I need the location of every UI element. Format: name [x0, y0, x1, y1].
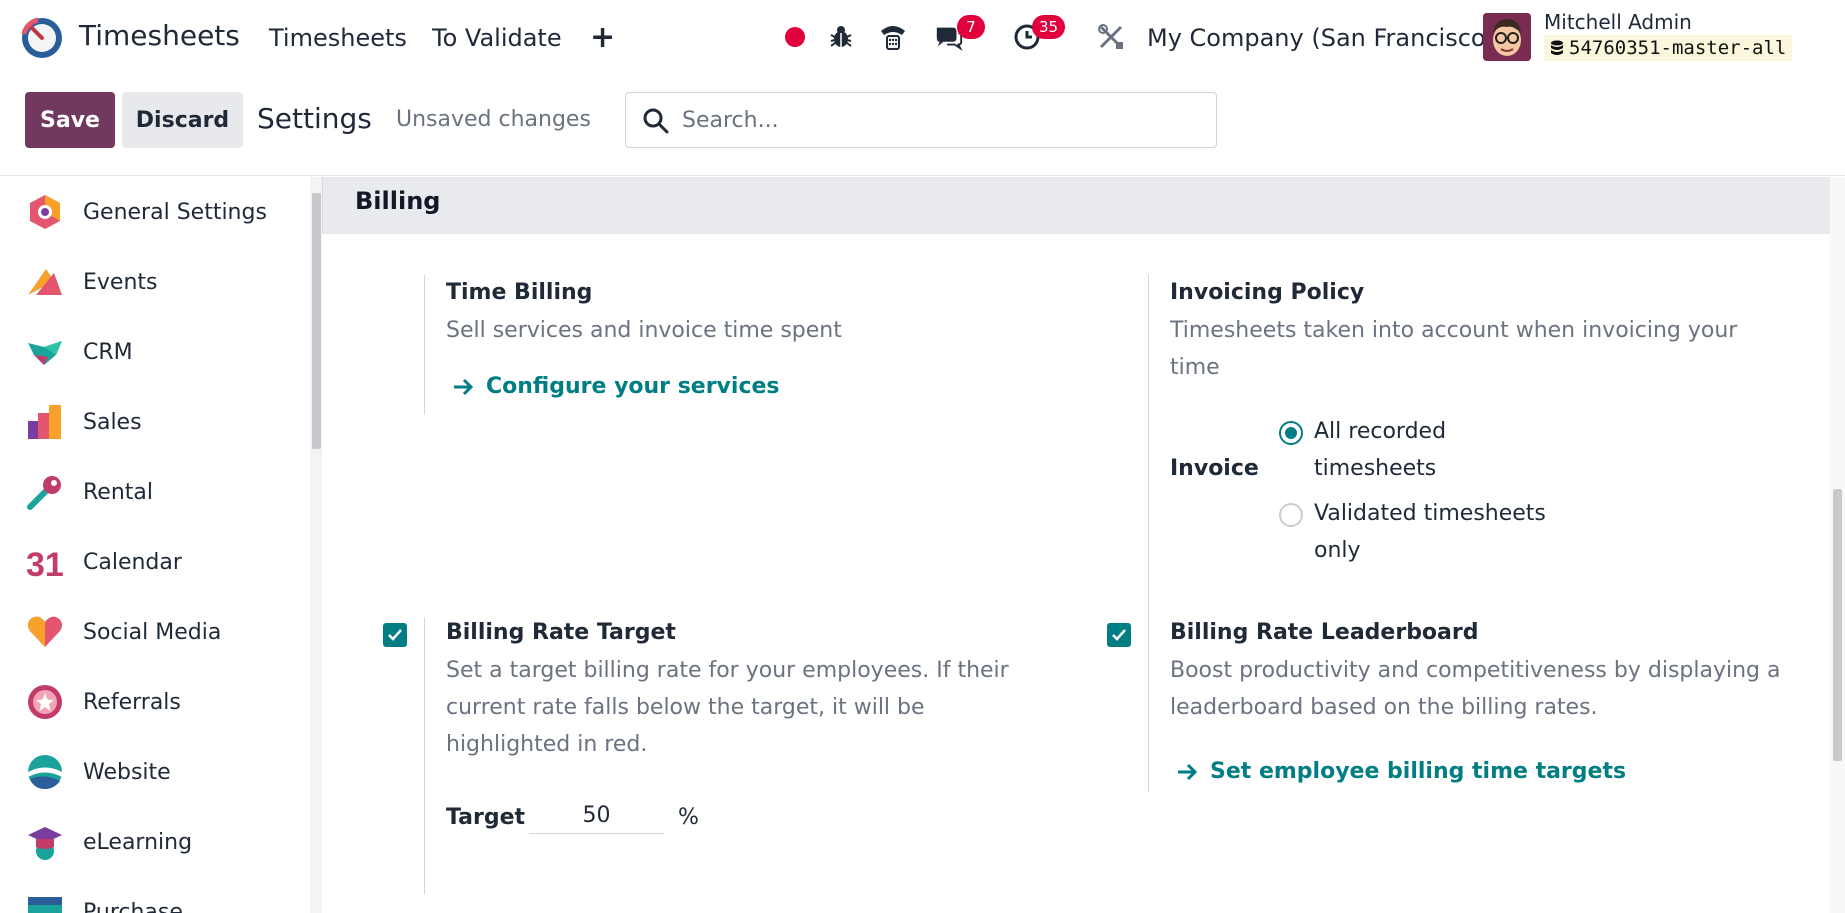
- discard-button[interactable]: Discard: [122, 92, 243, 148]
- company-switcher[interactable]: My Company (San Francisco): [1147, 24, 1495, 52]
- user-avatar[interactable]: [1483, 13, 1531, 61]
- recording-dot-icon[interactable]: [780, 22, 810, 52]
- radio-validated-timesheets-only[interactable]: [1279, 503, 1303, 527]
- sidebar-item-label: Calendar: [83, 549, 182, 575]
- section-title: Billing: [355, 187, 441, 215]
- target-field-label: Target: [446, 805, 526, 830]
- sidebar-item-referrals[interactable]: Referrals: [0, 667, 310, 737]
- billing-rate-target-description: Set a target billing rate for your emplo…: [446, 658, 1009, 757]
- sidebar-scrollbar-thumb[interactable]: [312, 193, 321, 449]
- sidebar-item-label: CRM: [83, 339, 133, 365]
- calendar-icon: 31: [26, 546, 64, 581]
- database-tag: 54760351-master-all: [1544, 35, 1793, 61]
- percent-unit: %: [678, 805, 699, 830]
- sidebar-item-website[interactable]: Website: [0, 737, 310, 807]
- user-name[interactable]: Mitchell Admin: [1544, 10, 1692, 34]
- sidebar-item-general-settings[interactable]: General Settings: [0, 177, 310, 247]
- sidebar-item-label: Website: [83, 759, 171, 785]
- billing-rate-target-title: Billing Rate Target: [446, 620, 676, 645]
- sidebar-item-events[interactable]: Events: [0, 247, 310, 317]
- search-input[interactable]: [682, 103, 1202, 137]
- top-navbar: Timesheets Timesheets To Validate + 7 35…: [0, 0, 1845, 74]
- checkmark-icon: [1112, 629, 1126, 641]
- configure-services-label: Configure your services: [486, 374, 780, 399]
- purchase-icon: [28, 897, 62, 913]
- sidebar-item-label: General Settings: [83, 199, 267, 225]
- settings-sidebar: General Settings Events CRM Sales Rental: [0, 177, 310, 913]
- invoice-field-label: Invoice: [1170, 456, 1259, 481]
- time-billing-title: Time Billing: [446, 280, 593, 305]
- sidebar-item-label: Referrals: [83, 689, 181, 715]
- social-media-heart-icon: [27, 616, 63, 647]
- sidebar-item-label: Purchase: [83, 899, 183, 913]
- database-name: 54760351-master-all: [1569, 37, 1787, 59]
- arrow-right-icon: [454, 378, 474, 395]
- events-icon: [28, 269, 62, 295]
- rental-key-icon: [27, 476, 61, 510]
- billing-rate-target-checkbox[interactable]: [383, 623, 407, 647]
- unsaved-changes-indicator: Unsaved changes: [396, 107, 591, 132]
- sidebar-item-social-media[interactable]: Social Media: [0, 597, 310, 667]
- billing-rate-leaderboard-description: Boost productivity and competitiveness b…: [1170, 658, 1781, 720]
- billing-rate-leaderboard-checkbox[interactable]: [1107, 623, 1131, 647]
- search-icon: [643, 108, 669, 134]
- billing-section-header: Billing: [322, 177, 1830, 234]
- activities-count-badge: 35: [1032, 15, 1066, 39]
- crm-icon: [28, 341, 62, 365]
- radio-label-validated-only[interactable]: Validated timesheets only: [1314, 495, 1574, 569]
- sidebar-item-purchase[interactable]: Purchase: [0, 877, 310, 913]
- time-billing-description: Sell services and invoice time spent: [446, 318, 842, 343]
- radio-all-recorded-timesheets[interactable]: [1279, 421, 1303, 445]
- menu-timesheets[interactable]: Timesheets: [269, 24, 407, 52]
- referrals-icon: [28, 685, 62, 719]
- sidebar-item-elearning[interactable]: eLearning: [0, 807, 310, 877]
- radio-label-all-recorded[interactable]: All recorded timesheets: [1314, 413, 1494, 487]
- save-button[interactable]: Save: [25, 92, 115, 148]
- invoicing-policy-description: Timesheets taken into account when invoi…: [1170, 318, 1738, 380]
- search-bar[interactable]: [625, 92, 1217, 148]
- general-settings-icon: [30, 195, 60, 229]
- database-icon: [1551, 40, 1563, 55]
- bug-icon[interactable]: [826, 22, 856, 52]
- divider: [424, 275, 425, 415]
- messages-count-badge: 7: [957, 15, 985, 39]
- sidebar-item-label: eLearning: [83, 829, 193, 855]
- sidebar-item-sales[interactable]: Sales: [0, 387, 310, 457]
- set-billing-targets-link[interactable]: Set employee billing time targets: [1176, 759, 1626, 784]
- content-scrollbar-thumb[interactable]: [1833, 489, 1842, 761]
- divider: [424, 617, 425, 894]
- billing-rate-leaderboard-title: Billing Rate Leaderboard: [1170, 620, 1479, 645]
- sidebar-item-calendar[interactable]: 31 Calendar: [0, 527, 310, 597]
- target-rate-input[interactable]: [529, 798, 664, 834]
- settings-content: Billing Time Billing Sell services and i…: [322, 177, 1830, 913]
- control-panel: Save Discard Settings Unsaved changes: [0, 74, 1845, 176]
- settings-tools-icon[interactable]: [1096, 22, 1126, 52]
- sidebar-item-label: Events: [83, 269, 158, 295]
- app-title[interactable]: Timesheets: [79, 19, 240, 52]
- sidebar-item-label: Sales: [83, 409, 142, 435]
- elearning-cap-icon: [28, 827, 62, 860]
- sidebar-item-crm[interactable]: CRM: [0, 317, 310, 387]
- configure-services-link[interactable]: Configure your services: [452, 374, 780, 399]
- sidebar-item-label: Social Media: [83, 619, 222, 645]
- website-icon: [28, 755, 62, 789]
- sidebar-item-rental[interactable]: Rental: [0, 457, 310, 527]
- svg-text:31: 31: [26, 546, 64, 581]
- divider: [1148, 617, 1149, 792]
- timesheets-app-icon[interactable]: [20, 16, 64, 60]
- quick-create-plus-button[interactable]: +: [590, 20, 615, 55]
- set-billing-targets-label: Set employee billing time targets: [1210, 759, 1627, 784]
- phone-icon[interactable]: [878, 22, 908, 52]
- invoicing-policy-title: Invoicing Policy: [1170, 280, 1365, 305]
- arrow-right-icon: [1178, 763, 1198, 780]
- menu-to-validate[interactable]: To Validate: [432, 24, 562, 52]
- sidebar-item-label: Rental: [83, 479, 153, 505]
- checkmark-icon: [388, 629, 402, 641]
- sales-icon: [28, 405, 61, 439]
- page-title: Settings: [257, 102, 372, 135]
